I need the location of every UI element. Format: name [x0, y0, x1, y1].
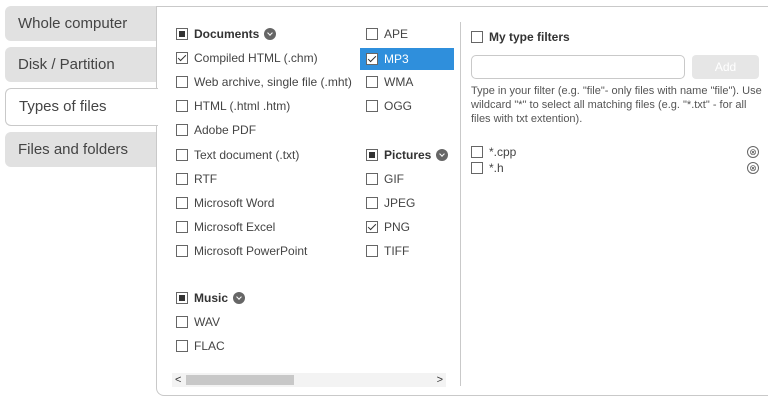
left-tab-bar: Whole computer Disk / Partition Types of…: [5, 6, 158, 173]
my-filters-header-label: My type filters: [489, 30, 570, 44]
audio-item-ogg[interactable]: OGG: [366, 96, 412, 116]
checkbox[interactable]: [176, 197, 188, 209]
doc-item-html[interactable]: HTML (.html .htm): [176, 96, 290, 116]
doc-item-pdf[interactable]: Adobe PDF: [176, 120, 256, 140]
doc-item-word[interactable]: Microsoft Word: [176, 193, 274, 213]
filter-item-label: *.h: [489, 161, 504, 175]
checkbox[interactable]: [176, 340, 188, 352]
checkbox[interactable]: [176, 100, 188, 112]
doc-item-label: Text document (.txt): [194, 148, 300, 162]
audio-item-ape[interactable]: APE: [366, 24, 408, 44]
audio-item-label: APE: [384, 27, 409, 41]
doc-item-label: HTML (.html .htm): [194, 99, 291, 113]
doc-item-label: Adobe PDF: [194, 123, 257, 137]
picture-item-label: GIF: [384, 172, 404, 186]
tab-whole-computer[interactable]: Whole computer: [5, 6, 157, 41]
documents-group-checkbox[interactable]: [176, 28, 188, 40]
audio-item-label: WMA: [384, 75, 414, 89]
tab-disk-partition[interactable]: Disk / Partition: [5, 47, 157, 82]
doc-item-label: Web archive, single file (.mht): [194, 75, 352, 89]
checkbox[interactable]: [366, 28, 378, 40]
scroll-left-arrow[interactable]: <: [175, 373, 181, 387]
doc-item-label: Microsoft Word: [194, 196, 275, 210]
tab-files-and-folders[interactable]: Files and folders: [5, 132, 157, 167]
column-divider: [460, 22, 461, 386]
chevron-down-icon[interactable]: [233, 292, 246, 304]
music-item-wav[interactable]: WAV: [176, 312, 220, 332]
checkbox[interactable]: [366, 53, 378, 65]
checkbox[interactable]: [366, 173, 378, 185]
filter-help-text: Type in your filter (e.g. "file"- only f…: [471, 85, 762, 125]
doc-item-mht[interactable]: Web archive, single file (.mht): [176, 72, 352, 92]
filter-input[interactable]: [471, 55, 685, 79]
chevron-down-icon[interactable]: [436, 149, 449, 161]
checkbox[interactable]: [176, 124, 188, 136]
checkbox[interactable]: [176, 173, 188, 185]
music-group-checkbox[interactable]: [176, 292, 188, 304]
documents-header[interactable]: Documents: [176, 24, 277, 44]
pictures-group-checkbox[interactable]: [366, 149, 378, 161]
checkbox[interactable]: [176, 149, 188, 161]
filter-item-label: *.cpp: [489, 145, 517, 159]
doc-item-txt[interactable]: Text document (.txt): [176, 145, 299, 165]
pictures-header[interactable]: Pictures: [366, 145, 449, 165]
horizontal-scrollbar[interactable]: < >: [172, 373, 446, 387]
remove-filter-icon[interactable]: ⊗: [747, 146, 759, 158]
checkbox[interactable]: [366, 76, 378, 88]
doc-item-powerpoint[interactable]: Microsoft PowerPoint: [176, 241, 307, 261]
doc-item-excel[interactable]: Microsoft Excel: [176, 217, 275, 237]
scroll-thumb[interactable]: [186, 375, 294, 385]
picture-item-label: JPEG: [384, 196, 416, 210]
picture-item-label: PNG: [384, 220, 411, 234]
add-filter-button[interactable]: Add: [692, 55, 759, 79]
music-header-label: Music: [194, 291, 229, 305]
checkbox[interactable]: [176, 76, 188, 88]
picture-item-tiff[interactable]: TIFF: [366, 241, 409, 261]
music-item-label: FLAC: [194, 339, 225, 353]
my-filters-checkbox[interactable]: [471, 31, 483, 43]
checkbox[interactable]: [471, 146, 483, 158]
checkbox[interactable]: [176, 221, 188, 233]
checkbox[interactable]: [366, 245, 378, 257]
filter-item-h[interactable]: *.h: [471, 158, 504, 178]
audio-item-mp3[interactable]: MP3: [360, 48, 454, 70]
picture-item-jpeg[interactable]: JPEG: [366, 193, 415, 213]
checkbox[interactable]: [366, 197, 378, 209]
picture-item-label: TIFF: [384, 244, 410, 258]
doc-item-chm[interactable]: Compiled HTML (.chm): [176, 48, 318, 68]
doc-item-label: Microsoft Excel: [194, 220, 276, 234]
checkbox[interactable]: [176, 245, 188, 257]
picture-item-png[interactable]: PNG: [366, 217, 410, 237]
audio-item-label: OGG: [384, 99, 413, 113]
chevron-down-icon[interactable]: [264, 28, 277, 40]
audio-item-wma[interactable]: WMA: [366, 72, 413, 92]
checkbox[interactable]: [176, 52, 188, 64]
doc-item-label: RTF: [194, 172, 218, 186]
tab-types-of-files[interactable]: Types of files: [5, 88, 158, 126]
audio-item-label: MP3: [384, 52, 409, 66]
documents-header-label: Documents: [194, 27, 260, 41]
doc-item-rtf[interactable]: RTF: [176, 169, 217, 189]
checkbox[interactable]: [471, 162, 483, 174]
checkbox[interactable]: [366, 100, 378, 112]
pictures-header-label: Pictures: [384, 148, 432, 162]
music-header[interactable]: Music: [176, 288, 246, 308]
picture-item-gif[interactable]: GIF: [366, 169, 404, 189]
music-item-flac[interactable]: FLAC: [176, 336, 225, 356]
my-filters-header[interactable]: My type filters: [471, 27, 570, 47]
scroll-right-arrow[interactable]: >: [437, 373, 443, 387]
doc-item-label: Compiled HTML (.chm): [194, 51, 318, 65]
doc-item-label: Microsoft PowerPoint: [194, 244, 308, 258]
checkbox[interactable]: [176, 316, 188, 328]
music-item-label: WAV: [194, 315, 220, 329]
checkbox[interactable]: [366, 221, 378, 233]
remove-filter-icon[interactable]: ⊗: [747, 162, 759, 174]
